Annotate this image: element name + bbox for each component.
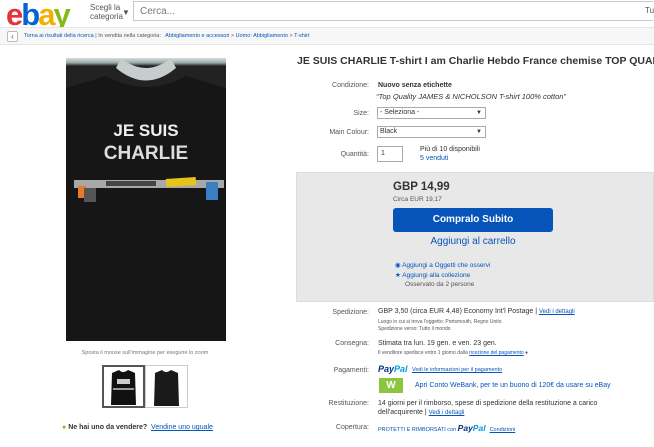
ebay-logo[interactable]: ebay — [6, 0, 71, 30]
size-select-value: - Seleziona - — [380, 109, 420, 116]
quantity-input[interactable]: 1 — [377, 146, 403, 162]
breadcrumb-label: In vendita nella categoria: — [98, 33, 161, 39]
condition-note: “Top Quality JAMES & NICHOLSON T-shirt 1… — [376, 92, 566, 101]
returns-value-text: 14 giorni per il rimborso, spese di sped… — [378, 400, 598, 416]
ships-to: Spedizione verso: Tutto il mondo — [378, 326, 451, 332]
delivery-note-text: Il venditore spedisce entro 1 giorno dal… — [378, 350, 468, 356]
add-to-collection-text: Aggiungi alla collezione — [402, 272, 471, 279]
paypal-logo-text: Pay — [378, 364, 395, 374]
star-icon: ★ — [395, 272, 401, 279]
webank-offer-link[interactable]: Apri Conto WeBank, per te un buono di 12… — [415, 382, 611, 389]
delivery-label: Consegna: — [335, 340, 369, 347]
shipping-value: GBP 3,50 (circa EUR 4,48) Economy Int'l … — [378, 308, 575, 315]
item-location: Luogo in cui si trova l'oggetto: Portsmo… — [378, 319, 502, 325]
sold-count-link[interactable]: 5 venduti — [420, 155, 448, 162]
colour-select[interactable]: Black ▼ — [377, 126, 486, 138]
sell-prompt-text: Ne hai uno da vendere? — [68, 424, 148, 431]
back-to-results-link[interactable]: Torna ai risultati della ricerca — [24, 33, 94, 39]
paypal-logo-text: Pay — [457, 423, 473, 433]
webank-icon: W — [379, 378, 403, 393]
paypal-logo: PayPal — [458, 423, 486, 433]
sell-prompt: ● Ne hai uno da vendere? Vendine uno ugu… — [62, 424, 213, 431]
shipping-value-text: GBP 3,50 (circa EUR 4,48) Economy Int'l … — [378, 308, 534, 315]
shirt-print-text: CHARLIE — [104, 143, 188, 164]
price-approx: Circa EUR 19,17 — [393, 196, 442, 203]
breadcrumb-link[interactable]: T-shirt — [294, 33, 309, 39]
thumbnail-2[interactable] — [145, 365, 188, 408]
colour-select-value: Black — [380, 128, 398, 135]
paypal-logo: PayPal — [378, 364, 408, 374]
tag-icon: ● — [62, 424, 67, 431]
payments-label: Pagamenti: — [333, 367, 369, 374]
conditions-link[interactable]: Condizioni — [490, 427, 516, 433]
add-to-collection-link[interactable]: ★ Aggiungi alla collezione — [395, 271, 470, 279]
search-input[interactable]: Cerca... — [133, 1, 653, 21]
payment-info-link[interactable]: Vedi le informazioni per il pagamento — [412, 367, 502, 373]
coverage-text: PROTETTI E RIMBORSATI con — [378, 427, 457, 433]
returns-value: 14 giorni per il rimborso, spese di sped… — [378, 400, 598, 416]
add-to-watchlist-link[interactable]: ◉ Aggiungi a Oggetti che osservi — [395, 261, 490, 269]
quantity-label: Quantità: — [340, 151, 369, 158]
chevron-down-icon: ▼ — [476, 110, 482, 116]
eye-icon: ◉ — [395, 262, 401, 269]
breadcrumb-link[interactable]: Abbigliamento e accessori — [165, 33, 229, 39]
size-label: Size: — [353, 110, 369, 117]
chevron-down-icon[interactable]: ▼ — [122, 8, 130, 17]
payment-receipt-link[interactable]: ricezione del pagamento — [469, 350, 523, 356]
delivery-estimate: Stimata tra lun. 19 gen. e ven. 23 gen. — [378, 340, 497, 347]
condition-value: Nuovo senza etichette — [378, 82, 452, 89]
paypal-logo-text: Pal — [472, 423, 486, 433]
paypal-logo-text: Pal — [394, 364, 408, 374]
shirt-print-text: JE SUIS — [113, 121, 178, 140]
size-select[interactable]: - Seleziona - ▼ — [377, 107, 486, 119]
add-to-watchlist-text: Aggiungi a Oggetti che osservi — [402, 262, 491, 269]
shipping-details-link[interactable]: Vedi i dettagli — [539, 309, 575, 315]
coverage-label: Copertura: — [335, 424, 369, 431]
help-icon[interactable]: ● — [525, 350, 528, 356]
product-image[interactable]: JE SUIS CHARLIE — [66, 58, 226, 341]
zoom-hint: Sposta il mouse sull'immagine per esegui… — [81, 350, 209, 356]
back-arrow-icon[interactable]: ‹ — [7, 31, 18, 42]
availability-text: Più di 10 disponibili — [420, 146, 480, 153]
watchers-count: Osservato da 2 persone — [405, 281, 475, 288]
page-title: JE SUIS CHARLIE T-shirt I am Charlie Heb… — [297, 55, 654, 67]
buy-now-button[interactable]: Compralo Subito — [393, 208, 553, 232]
condition-label: Condizione: — [332, 82, 369, 89]
chevron-down-icon: ▼ — [476, 129, 482, 135]
colour-label: Main Colour: — [329, 129, 369, 136]
returns-details-link[interactable]: Vedi i dettagli — [429, 410, 465, 416]
sell-similar-link[interactable]: Vendine uno uguale — [151, 424, 213, 431]
breadcrumb: Torna ai risultati della ricerca | In ve… — [24, 33, 310, 39]
shipping-label: Spedizione: — [332, 309, 369, 316]
returns-label: Restituzione: — [328, 400, 369, 407]
breadcrumb-link[interactable]: Uomo: Abbigliamento — [236, 33, 288, 39]
delivery-note: Il venditore spedisce entro 1 giorno dal… — [378, 350, 528, 356]
thumbnail-1[interactable] — [102, 365, 145, 408]
add-to-cart-button[interactable]: Aggiungi al carrello — [393, 236, 553, 247]
price: GBP 14,99 — [393, 181, 450, 193]
coverage-value: PROTETTI E RIMBORSATI con PayPal Condizio… — [378, 423, 515, 433]
search-scope-button[interactable]: Tu — [645, 6, 654, 15]
